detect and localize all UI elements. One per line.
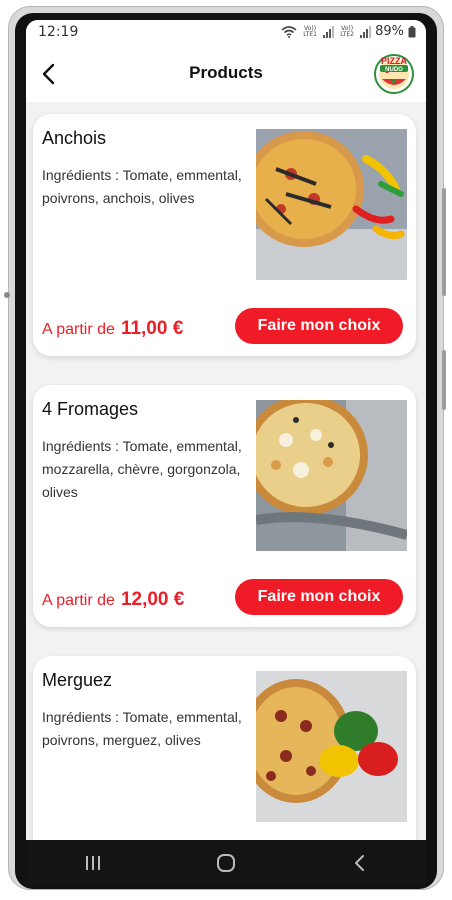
home-button[interactable] (206, 843, 246, 883)
product-name: Anchois (42, 128, 107, 148)
product-image (256, 129, 407, 280)
status-time: 12:19 (38, 24, 79, 40)
app-header: Products PIZZA NUDO (26, 46, 426, 102)
price-prefix: A partir de (42, 592, 115, 609)
price-value: 12,00 € (120, 589, 185, 610)
product-card[interactable]: Merguez Ingrédients : Tomate, emmental, … (33, 656, 416, 840)
product-image (256, 671, 407, 822)
product-image (256, 400, 407, 551)
volume-button (442, 188, 446, 296)
frame-dot (4, 292, 10, 298)
signal-icon (360, 25, 372, 38)
system-back-button[interactable] (339, 843, 379, 883)
price-prefix: A partir de (42, 321, 115, 338)
choose-button[interactable]: Faire mon choix (235, 308, 403, 344)
system-nav-bar (26, 840, 426, 886)
product-ingredients: Ingrédients : Tomate, emmental, poivrons… (42, 709, 242, 748)
page-title: Products (189, 63, 263, 82)
battery-icon (408, 25, 416, 37)
signal-icon (323, 25, 335, 38)
sim2-label: Vo)) LTE2 (340, 24, 354, 38)
home-icon (216, 854, 235, 872)
product-price: A partir de 12,00 € (42, 589, 184, 611)
battery-level: 89% (375, 24, 404, 39)
logo-text-bottom: NUDO (385, 67, 403, 73)
wifi-icon (281, 25, 297, 38)
product-price: A partir de 11,00 € (42, 318, 183, 340)
choose-button[interactable]: Faire mon choix (235, 579, 403, 615)
price-value: 11,00 € (120, 318, 184, 339)
power-button (442, 350, 446, 410)
pizza-logo: PIZZA NUDO (374, 54, 414, 94)
sim1-label: Vo)) LTE1 (303, 24, 317, 38)
app-screen: 12:19 Vo)) LTE1 Vo)) LTE2 89% Products P… (26, 20, 426, 840)
product-card[interactable]: 4 Fromages Ingrédients : Tomate, emmenta… (33, 385, 416, 627)
back-icon (355, 855, 365, 871)
product-ingredients: Ingrédients : Tomate, emmental, poivrons… (42, 167, 242, 206)
product-ingredients: Ingrédients : Tomate, emmental, mozzarel… (42, 438, 242, 500)
recent-apps-button[interactable] (73, 843, 113, 883)
product-name: 4 Fromages (42, 399, 139, 419)
status-bar: 12:19 Vo)) LTE1 Vo)) LTE2 89% (26, 20, 426, 46)
status-icons: Vo)) LTE1 Vo)) LTE2 89% (281, 24, 416, 39)
product-card[interactable]: Anchois Ingrédients : Tomate, emmental, … (33, 114, 416, 356)
logo-text-top: PIZZA (381, 56, 407, 66)
product-name: Merguez (42, 670, 113, 690)
recent-apps-icon (85, 856, 100, 870)
